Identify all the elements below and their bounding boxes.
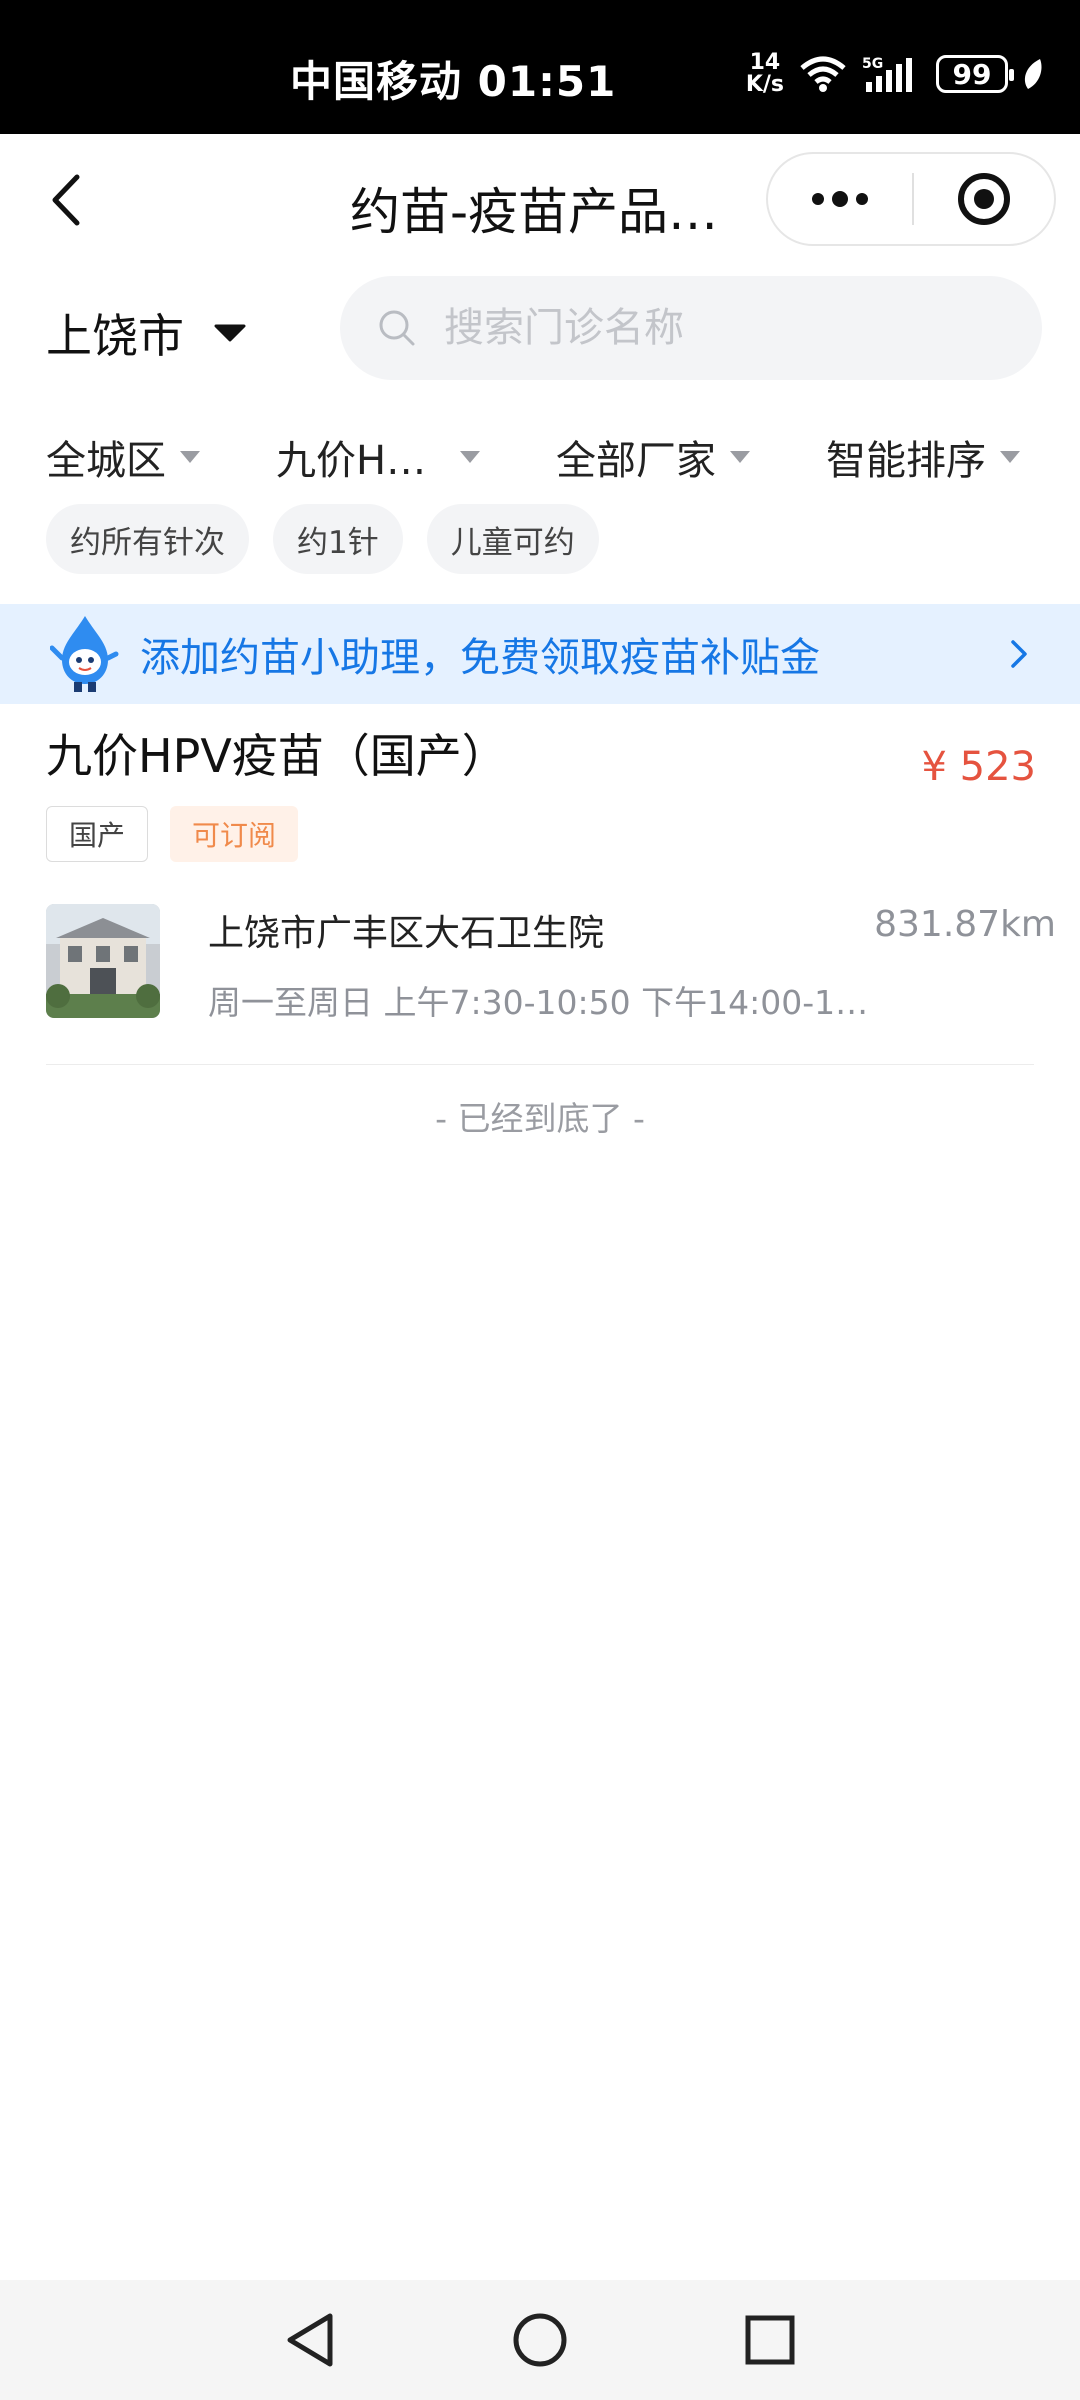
filter-sort[interactable]: 智能排序 xyxy=(826,428,1020,486)
system-nav-bar xyxy=(0,2280,1080,2400)
clinic-row[interactable]: 上饶市广丰区大石卫生院 831.87km 周一至周日 上午7:30-10:50 … xyxy=(46,904,1056,1024)
more-button[interactable] xyxy=(768,154,912,244)
caret-down-icon xyxy=(180,451,200,463)
back-chevron-icon xyxy=(52,174,80,226)
search-input[interactable] xyxy=(444,305,964,351)
filter-manufacturer[interactable]: 全部厂家 xyxy=(556,428,750,486)
clinic-name: 上饶市广丰区大石卫生院 xyxy=(208,913,605,954)
caret-down-icon xyxy=(1000,451,1020,463)
product-title: 九价HPV疫苗（国产） xyxy=(46,729,508,783)
wifi-icon xyxy=(800,56,846,92)
chip-children[interactable]: 儿童可约 xyxy=(426,504,599,574)
svg-text:5G: 5G xyxy=(862,56,883,72)
caret-down-icon xyxy=(730,451,750,463)
tag-domestic: 国产 xyxy=(46,806,149,862)
product-tags: 国产 可订阅 xyxy=(46,806,1036,862)
status-bar: 中国移动 01:51 14 K/s 5G 99 xyxy=(0,0,1080,134)
square-recents-icon xyxy=(745,2315,795,2365)
more-dots-icon xyxy=(812,191,868,207)
quick-filter-chips: 约所有针次 约1针 儿童可约 xyxy=(46,504,599,574)
filter-label: 智能排序 xyxy=(826,438,986,484)
leaf-icon xyxy=(1024,59,1042,89)
back-button[interactable] xyxy=(36,168,96,232)
battery-icon: 99 xyxy=(936,55,1014,93)
caret-down-icon xyxy=(460,451,481,463)
divider xyxy=(46,1064,1034,1065)
search-icon xyxy=(379,310,415,346)
target-close-icon xyxy=(958,173,1010,225)
banner-text: 添加约苗小助理，免费领取疫苗补贴金 xyxy=(140,635,820,681)
close-mini-program-button[interactable] xyxy=(914,154,1054,244)
search-box[interactable] xyxy=(340,276,1042,380)
net-speed: 14 K/s xyxy=(745,50,784,97)
status-icons: 14 K/s 5G 99 xyxy=(746,52,1044,96)
mascot-icon xyxy=(50,616,119,692)
filter-district[interactable]: 全城区 xyxy=(46,428,200,486)
tag-subscribable: 可订阅 xyxy=(170,806,299,862)
assistant-banner[interactable]: 添加约苗小助理，免费领取疫苗补贴金 xyxy=(0,604,1080,704)
signal-5g-icon: 5G xyxy=(862,56,912,92)
caret-down-icon xyxy=(214,324,246,342)
clinic-distance: 831.87km xyxy=(874,904,1056,945)
carrier-time: 中国移动 01:51 xyxy=(290,57,617,106)
clinic-hours: 周一至周日 上午7:30-10:50 下午14:00-1… xyxy=(208,983,869,1022)
city-selector[interactable]: 上饶市 xyxy=(46,300,246,366)
chevron-right-icon xyxy=(1011,640,1027,668)
filter-vaccine[interactable]: 九价H… xyxy=(276,428,481,486)
city-search-row: 上饶市 xyxy=(0,266,1080,396)
clinic-photo xyxy=(46,904,160,1018)
triangle-back-icon xyxy=(287,2313,333,2367)
system-back-button[interactable] xyxy=(270,2300,350,2380)
filter-label: 全城区 xyxy=(46,438,166,484)
city-label: 上饶市 xyxy=(46,309,184,363)
system-home-button[interactable] xyxy=(500,2300,580,2380)
system-recents-button[interactable] xyxy=(730,2300,810,2380)
page-title: 约苗-疫苗产品… xyxy=(350,183,719,241)
end-of-list-text: - 已经到底了 - xyxy=(435,1099,645,1138)
nav-bar: 约苗-疫苗产品… xyxy=(0,134,1080,266)
product-price: ¥ 523 xyxy=(921,744,1036,790)
filter-bar: 全城区 九价H… 全部厂家 智能排序 xyxy=(0,420,1080,500)
product-card[interactable]: 九价HPV疫苗（国产） ¥ 523 国产 可订阅 上饶市广丰区大石卫生院 831… xyxy=(46,720,1056,1022)
filter-label: 九价H… xyxy=(276,438,427,484)
chip-all-doses[interactable]: 约所有针次 xyxy=(46,504,249,574)
circle-home-icon xyxy=(513,2313,567,2367)
chip-one-dose[interactable]: 约1针 xyxy=(273,504,403,574)
filter-label: 全部厂家 xyxy=(556,438,716,484)
mini-program-capsule xyxy=(766,152,1056,246)
